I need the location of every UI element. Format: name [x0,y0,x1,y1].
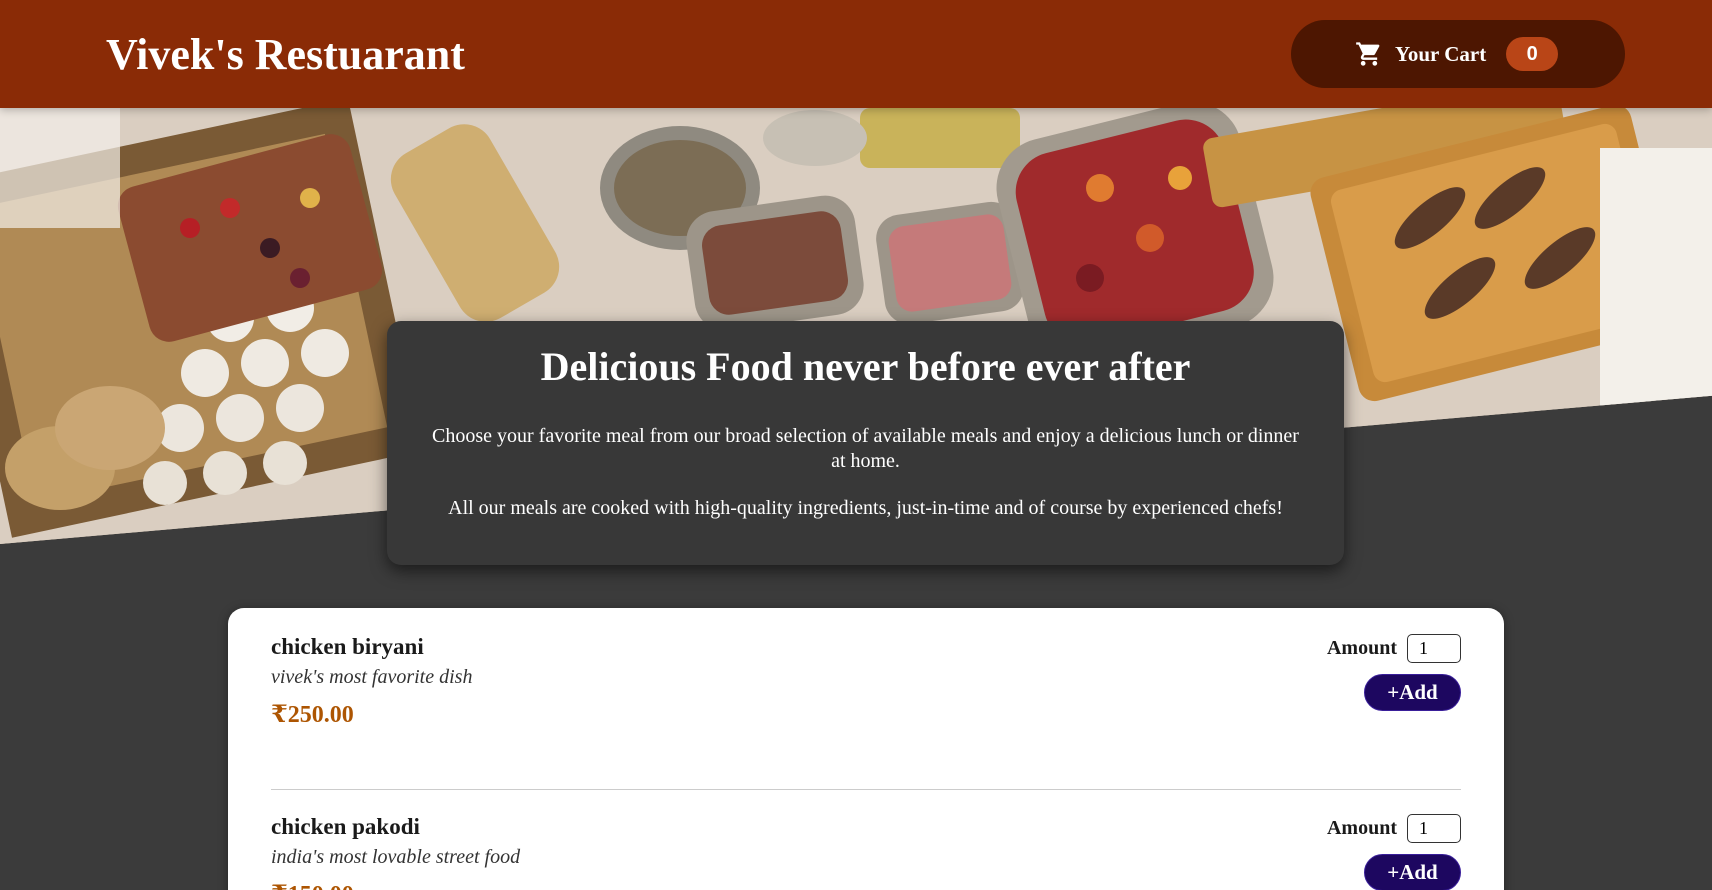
cart-button[interactable]: Your Cart 0 [1291,20,1625,88]
amount-input[interactable] [1407,814,1461,843]
meal-description: vivek's most favorite dish [271,666,473,688]
meal-name: chicken pakodi [271,814,420,839]
cart-label: Your Cart [1395,41,1487,66]
meal-price: ₹250.00 [271,702,354,728]
meals-list: chicken biryani vivek's most favorite di… [228,608,1504,890]
summary-card: Delicious Food never before ever after C… [387,321,1344,565]
amount-input[interactable] [1407,634,1461,663]
add-button[interactable]: +Add [1364,854,1461,890]
summary-title: Delicious Food never before ever after [540,344,1191,389]
cart-icon [1355,40,1383,68]
amount-label: Amount [1326,637,1397,659]
add-button[interactable]: +Add [1364,674,1461,711]
meal-item: chicken pakodi india's most lovable stre… [271,790,1461,890]
summary-paragraph-1: Choose your favorite meal from our broad… [432,425,1299,472]
cart-count-badge: 0 [1506,37,1559,71]
amount-label: Amount [1326,817,1397,839]
meal-name: chicken biryani [271,634,424,659]
amount-row: Amount [1327,814,1461,843]
meal-item: chicken biryani vivek's most favorite di… [271,632,1461,790]
meal-form: Amount +Add [1327,634,1461,789]
brand-title: Vivek's Restuarant [106,29,465,79]
app-header: Vivek's Restuarant Your Cart 0 [0,0,1712,108]
meal-form: Amount +Add [1327,814,1461,890]
meal-info: chicken biryani vivek's most favorite di… [271,634,472,789]
summary-paragraph-2: All our meals are cooked with high-quali… [448,497,1283,519]
amount-row: Amount [1327,634,1461,663]
page: Vivek's Restuarant Your Cart 0 Delicious… [0,0,1712,890]
meal-description: india's most lovable street food [271,846,521,868]
meal-price: ₹150.00 [271,879,520,890]
meal-info: chicken pakodi india's most lovable stre… [271,814,520,890]
